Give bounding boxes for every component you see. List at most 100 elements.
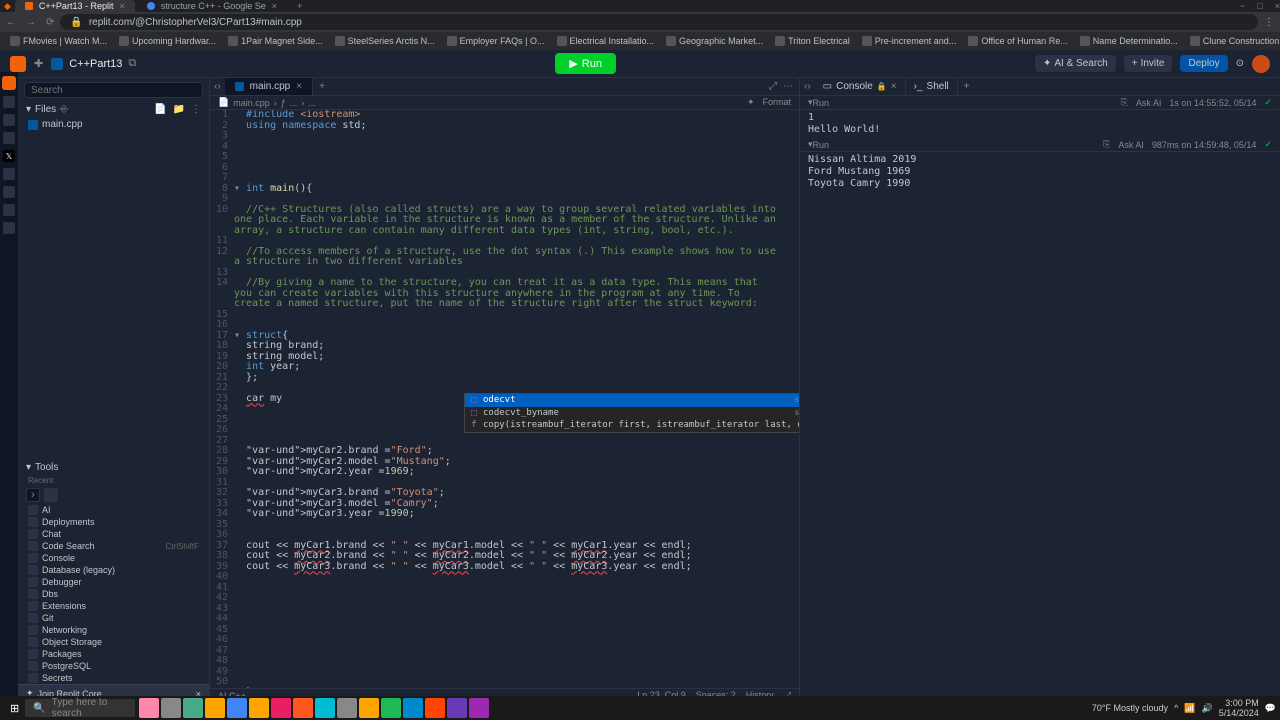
- autocomplete-item[interactable]: ⬚codecvt_bynamestd: [465, 407, 799, 420]
- code-line[interactable]: 39 cout << myCar3.brand << " " << myCar3…: [210, 562, 799, 573]
- wifi-icon[interactable]: 📶: [1184, 703, 1195, 714]
- autocomplete-item[interactable]: ⬚odecvtstd: [465, 394, 799, 407]
- code-line[interactable]: 12 //To access members of a structure, u…: [210, 247, 799, 268]
- search-input[interactable]: [24, 82, 203, 98]
- tool-item[interactable]: Secrets: [18, 672, 209, 684]
- bookmark-item[interactable]: Office of Human Re...: [964, 36, 1071, 46]
- tool-item[interactable]: Dbs: [18, 588, 209, 600]
- taskbar-app[interactable]: [359, 698, 379, 718]
- bookmark-item[interactable]: 1Pair Magnet Side...: [224, 36, 327, 46]
- sidebar-icon[interactable]: [3, 96, 15, 108]
- invite-button[interactable]: +Invite: [1124, 55, 1173, 72]
- bookmark-item[interactable]: FMovies | Watch M...: [6, 36, 111, 46]
- tool-item[interactable]: Git: [18, 612, 209, 624]
- taskbar-app[interactable]: [249, 698, 269, 718]
- tool-item[interactable]: Extensions: [18, 600, 209, 612]
- code-line[interactable]: 41: [210, 583, 799, 594]
- clock-time[interactable]: 3:00 PM: [1219, 698, 1259, 708]
- code-editor[interactable]: 1 #include <iostream>2 using namespace s…: [210, 110, 799, 688]
- minimize-icon[interactable]: −: [1240, 1, 1245, 11]
- chevron-icon[interactable]: ‹›: [210, 81, 225, 92]
- code-line[interactable]: 5: [210, 152, 799, 163]
- code-line[interactable]: 7: [210, 173, 799, 184]
- taskbar-app[interactable]: [315, 698, 335, 718]
- editor-tab[interactable]: main.cpp ×: [225, 78, 313, 95]
- code-line[interactable]: 30 "var-und">myCar2.year = 1969;: [210, 467, 799, 478]
- console-output[interactable]: Nissan Altima 2019 Ford Mustang 1969 Toy…: [800, 152, 1280, 192]
- link-icon[interactable]: ⎆: [60, 104, 68, 115]
- bookmark-item[interactable]: Employer FAQs | O...: [443, 36, 549, 46]
- copy-icon[interactable]: ⎘: [1103, 139, 1110, 150]
- weather-widget[interactable]: 70°F Mostly cloudy: [1092, 703, 1168, 713]
- tool-item[interactable]: Networking: [18, 624, 209, 636]
- bookmark-item[interactable]: Triton Electrical: [771, 36, 854, 46]
- tray-chevron-icon[interactable]: ^: [1174, 703, 1178, 713]
- code-line[interactable]: 50: [210, 677, 799, 688]
- more-icon[interactable]: ⋮: [191, 104, 201, 115]
- code-line[interactable]: 10 //C++ Structures (also called structs…: [210, 205, 799, 237]
- taskbar-app[interactable]: [183, 698, 203, 718]
- new-folder-icon[interactable]: 📁: [173, 104, 185, 115]
- run-button[interactable]: ▶ Run: [555, 53, 616, 74]
- back-icon[interactable]: ←: [6, 17, 16, 28]
- shell-tab[interactable]: ›_ Shell: [906, 78, 958, 95]
- chevron-icon[interactable]: ‹›: [800, 81, 815, 92]
- start-button[interactable]: ⊞: [4, 702, 25, 715]
- browser-tab-active[interactable]: C++Part13 - Replit ×: [15, 0, 135, 12]
- bookmark-item[interactable]: Geographic Market...: [662, 36, 767, 46]
- notifications-icon[interactable]: 💬: [1265, 703, 1276, 714]
- code-line[interactable]: 18 string brand;: [210, 341, 799, 352]
- taskbar-app[interactable]: [205, 698, 225, 718]
- tool-item[interactable]: Deployments: [18, 516, 209, 528]
- more-icon[interactable]: ⋯: [783, 81, 793, 92]
- new-tab-button[interactable]: +: [289, 1, 310, 11]
- browser-tab[interactable]: structure C++ - Google Se ×: [137, 0, 287, 12]
- notifications-icon[interactable]: ⊙: [1236, 58, 1244, 69]
- new-tab-icon[interactable]: +: [313, 81, 331, 92]
- code-line[interactable]: 20 int year;: [210, 362, 799, 373]
- code-line[interactable]: 6: [210, 163, 799, 174]
- code-line[interactable]: 34 "var-und">myCar3.year = 1990;: [210, 509, 799, 520]
- sidebar-icon[interactable]: [3, 204, 15, 216]
- sidebar-icon[interactable]: [3, 114, 15, 126]
- avatar[interactable]: [1252, 55, 1270, 73]
- bookmark-item[interactable]: Pre-increment and...: [858, 36, 961, 46]
- console-output[interactable]: 1 Hello World!: [800, 110, 1280, 138]
- close-icon[interactable]: ×: [891, 81, 897, 92]
- tools-header[interactable]: ▾ Tools: [18, 460, 209, 475]
- new-file-icon[interactable]: 📄: [154, 104, 166, 115]
- run-header[interactable]: ▾ Run⎘Ask AI1s on 14:55:52, 05/14✓: [800, 96, 1280, 110]
- clock-date[interactable]: 5/14/2024: [1219, 708, 1259, 718]
- expand-icon[interactable]: ⤢: [769, 81, 777, 92]
- files-header[interactable]: ▾ Files ⎆ 📄 📁 ⋮: [18, 102, 209, 117]
- code-line[interactable]: 48: [210, 656, 799, 667]
- code-line[interactable]: 16: [210, 320, 799, 331]
- code-line[interactable]: 4: [210, 142, 799, 153]
- tool-item[interactable]: Debugger: [18, 576, 209, 588]
- bookmark-item[interactable]: SteelSeries Arctis N...: [331, 36, 439, 46]
- ask-ai-button[interactable]: Ask AI: [1118, 140, 1144, 150]
- code-line[interactable]: 14 //By giving a name to the structure, …: [210, 278, 799, 310]
- ai-icon[interactable]: ✦: [747, 97, 755, 108]
- volume-icon[interactable]: 🔊: [1202, 703, 1213, 714]
- close-icon[interactable]: ×: [296, 81, 302, 92]
- bookmark-item[interactable]: Electrical Installatio...: [553, 36, 659, 46]
- new-tab-icon[interactable]: +: [958, 81, 976, 92]
- autocomplete-item[interactable]: fcopy(istreambuf_iterator first, istream…: [465, 419, 799, 432]
- file-item[interactable]: main.cpp: [18, 117, 209, 132]
- code-line[interactable]: 21 };: [210, 373, 799, 384]
- close-icon[interactable]: ×: [119, 1, 124, 11]
- maximize-icon[interactable]: □: [1257, 1, 1262, 11]
- sidebar-icon[interactable]: [3, 222, 15, 234]
- tool-item[interactable]: Code SearchCtrlShiftF: [18, 540, 209, 552]
- taskbar-app[interactable]: [293, 698, 313, 718]
- bookmark-item[interactable]: Upcoming Hardwar...: [115, 36, 220, 46]
- ask-ai-button[interactable]: Ask AI: [1136, 98, 1162, 108]
- sidebar-icon[interactable]: [3, 186, 15, 198]
- taskbar-app[interactable]: [469, 698, 489, 718]
- extensions-icon[interactable]: ⋮: [1264, 17, 1274, 28]
- tool-item[interactable]: Object Storage: [18, 636, 209, 648]
- code-line[interactable]: 47: [210, 646, 799, 657]
- tool-item[interactable]: Packages: [18, 648, 209, 660]
- sidebar-icon[interactable]: [3, 132, 15, 144]
